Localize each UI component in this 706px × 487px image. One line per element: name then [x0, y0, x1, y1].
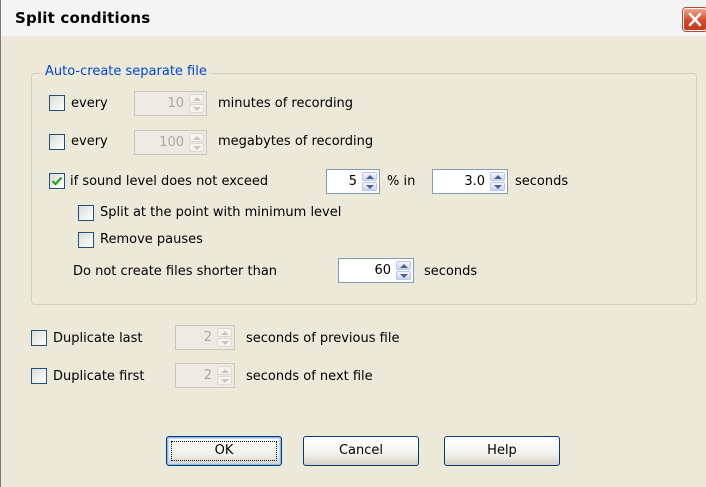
- megabytes-spin-down[interactable]: [189, 143, 204, 152]
- spin-down-icon: [400, 274, 408, 278]
- min-length-spin-up[interactable]: [396, 261, 411, 270]
- every-minutes-checkbox[interactable]: [49, 95, 65, 111]
- spin-down-icon: [366, 185, 374, 189]
- spin-down-icon: [494, 185, 502, 189]
- spin-down-icon: [193, 146, 201, 150]
- title-bar[interactable]: Split conditions: [1, 0, 706, 36]
- duplicate-last-spin-down[interactable]: [217, 338, 232, 347]
- split-conditions-dialog: Split conditions Auto-create separate fi…: [0, 0, 706, 487]
- every-minutes-label: every: [71, 96, 108, 111]
- split-at-min-label: Split at the point with minimum level: [100, 205, 342, 220]
- spin-up-icon: [193, 97, 201, 101]
- spin-up-icon: [494, 175, 502, 179]
- spin-up-icon: [400, 264, 408, 268]
- sound-level-label: if sound level does not exceed: [70, 174, 269, 189]
- duplicate-first-spinner[interactable]: 2: [175, 363, 235, 388]
- duplicate-first-checkbox[interactable]: [31, 368, 47, 384]
- minutes-spinner[interactable]: 10: [134, 91, 207, 116]
- duplicate-last-value: 2: [203, 330, 212, 345]
- minutes-unit-label: minutes of recording: [218, 96, 354, 111]
- sound-level-value: 5: [348, 174, 357, 189]
- duplicate-last-checkbox[interactable]: [31, 330, 47, 346]
- megabytes-spin-up[interactable]: [189, 133, 204, 142]
- cancel-button-label: Cancel: [338, 443, 384, 458]
- duration-spin-up[interactable]: [490, 172, 505, 181]
- sound-level-spinner[interactable]: 5: [326, 169, 380, 194]
- every-megabytes-checkbox[interactable]: [49, 134, 65, 150]
- duplicate-first-spin-up[interactable]: [217, 366, 232, 375]
- megabytes-spinner[interactable]: 100: [134, 130, 207, 155]
- spin-down-icon: [193, 107, 201, 111]
- ok-button[interactable]: OK: [166, 436, 282, 466]
- sound-level-spin-down[interactable]: [362, 182, 377, 191]
- min-length-value: 60: [374, 263, 391, 278]
- duplicate-first-spin-down[interactable]: [217, 376, 232, 385]
- min-length-unit-label: seconds: [424, 264, 478, 279]
- cancel-button[interactable]: Cancel: [303, 436, 419, 466]
- min-length-spinner[interactable]: 60: [338, 258, 414, 283]
- close-icon: [688, 12, 702, 27]
- auto-create-legend: Auto-create separate file: [41, 64, 211, 79]
- min-length-spin-down[interactable]: [396, 271, 411, 280]
- min-length-label: Do not create files shorter than: [73, 264, 278, 279]
- duplicate-first-unit-label: seconds of next file: [246, 369, 373, 384]
- remove-pauses-label: Remove pauses: [100, 232, 203, 247]
- duplicate-last-spin-up[interactable]: [217, 328, 232, 337]
- spin-up-icon: [221, 369, 229, 373]
- split-at-min-checkbox[interactable]: [78, 205, 94, 221]
- remove-pauses-checkbox[interactable]: [78, 232, 94, 248]
- megabytes-value: 100: [159, 135, 184, 150]
- spin-down-icon: [221, 379, 229, 383]
- check-mark-icon: [51, 176, 63, 186]
- spin-up-icon: [221, 331, 229, 335]
- duration-spinner[interactable]: 3.0: [432, 169, 508, 194]
- help-button[interactable]: Help: [444, 436, 560, 466]
- minutes-spin-up[interactable]: [189, 94, 204, 103]
- duplicate-last-label: Duplicate last: [53, 331, 143, 346]
- duplicate-last-unit-label: seconds of previous file: [246, 331, 400, 346]
- duplicate-last-spinner[interactable]: 2: [175, 325, 235, 350]
- minutes-spin-down[interactable]: [189, 104, 204, 113]
- spin-down-icon: [221, 341, 229, 345]
- duplicate-first-label: Duplicate first: [53, 369, 145, 384]
- duplicate-first-value: 2: [203, 368, 212, 383]
- duration-spin-down[interactable]: [490, 182, 505, 191]
- help-button-label: Help: [487, 443, 517, 458]
- spin-up-icon: [366, 175, 374, 179]
- sound-level-unit-label: % in: [387, 174, 416, 189]
- dialog-title: Split conditions: [15, 9, 151, 27]
- spin-up-icon: [193, 136, 201, 140]
- duration-unit-label: seconds: [515, 174, 569, 189]
- sound-level-spin-up[interactable]: [362, 172, 377, 181]
- ok-button-label: OK: [214, 443, 234, 458]
- close-button[interactable]: [683, 8, 706, 31]
- duration-value: 3.0: [464, 174, 485, 189]
- minutes-value: 10: [167, 96, 184, 111]
- megabytes-unit-label: megabytes of recording: [218, 134, 374, 149]
- sound-level-checkbox[interactable]: [49, 173, 65, 189]
- every-megabytes-label: every: [71, 134, 108, 149]
